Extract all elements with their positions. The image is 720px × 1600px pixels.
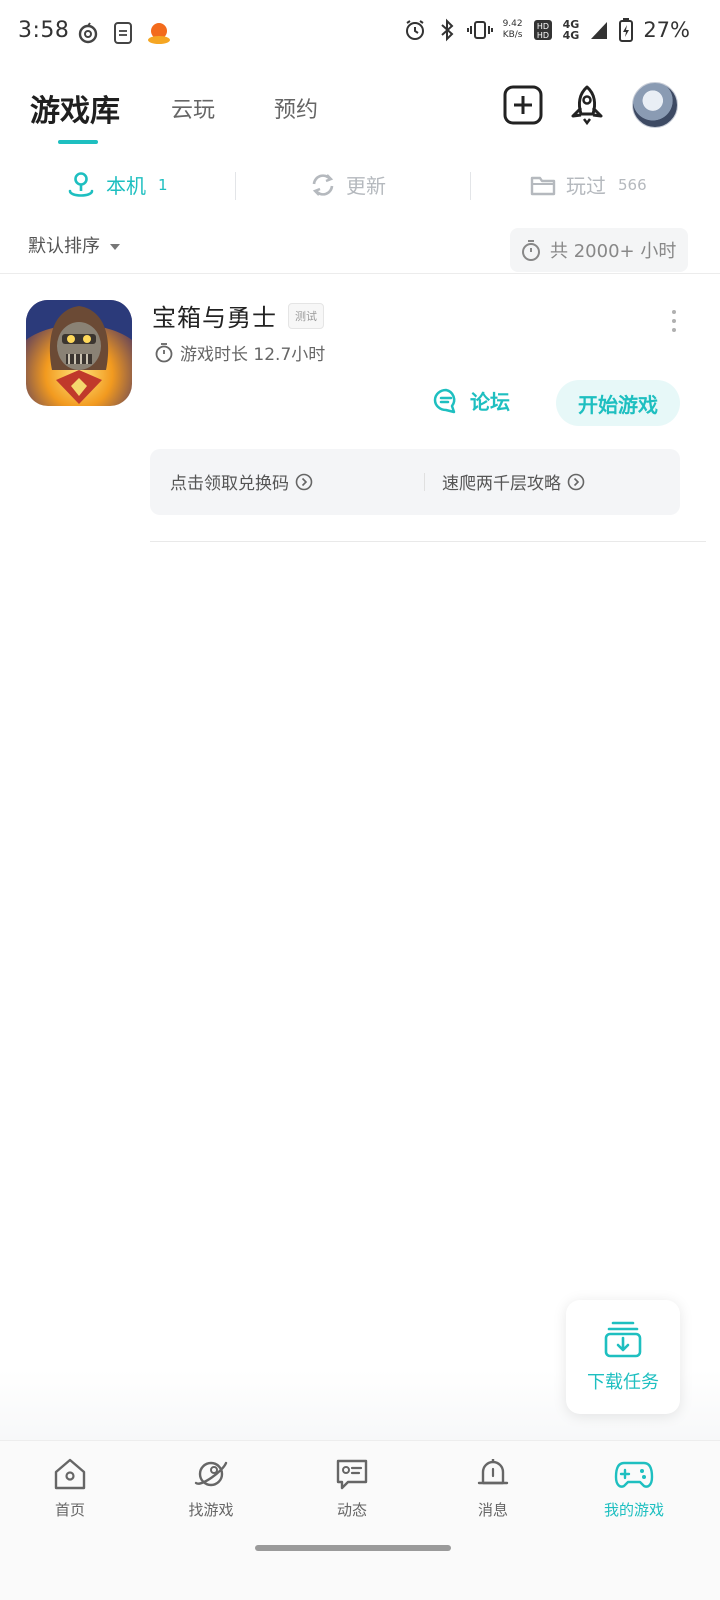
add-icon[interactable]: [502, 84, 544, 126]
home-icon: [54, 1458, 86, 1490]
document-icon: [114, 22, 132, 44]
divider: [150, 541, 706, 542]
caret-down-icon[interactable]: [110, 244, 120, 250]
status-system-icons: 9.42 KB/s HD HD 4G 4G 27%: [403, 18, 690, 42]
nav-home-label: 首页: [54, 1501, 85, 1519]
promo-redeem-code-label: 点击领取兑换码: [170, 474, 289, 494]
app-badge-icon: [148, 23, 170, 44]
subtab-played-count: 566: [618, 175, 647, 194]
subtab-updates[interactable]: 更新: [310, 170, 386, 199]
forum-chat-icon: [433, 388, 456, 413]
game-play-time: 游戏时长 12.7小时: [154, 340, 325, 365]
vibrate-icon: [466, 21, 493, 39]
divider: [235, 172, 236, 200]
avatar[interactable]: [632, 82, 678, 128]
download-tasks-label: 下载任务: [587, 1372, 659, 1393]
nav-messages[interactable]: 消息: [443, 1457, 543, 1520]
nav-feed[interactable]: 动态: [302, 1457, 402, 1520]
circle-arrow-right-icon: [567, 473, 585, 490]
bottom-nav: 首页 找游戏 动态 消息 我的游戏: [0, 1440, 720, 1600]
top-header: 游戏库 云玩 预约: [0, 70, 720, 150]
subtab-local-label: 本机: [106, 174, 146, 198]
tab-game-library[interactable]: 游戏库: [30, 86, 120, 130]
library-subtabs: 本机 1 更新 玩过 566: [0, 160, 720, 210]
nav-feed-label: 动态: [336, 1501, 367, 1519]
game-title[interactable]: 宝箱与勇士: [152, 298, 277, 333]
folder-icon: [530, 176, 556, 195]
circle-arrow-right-icon: [295, 473, 313, 490]
divider: [470, 172, 471, 200]
refresh-icon: [312, 173, 334, 196]
subtab-played[interactable]: 玩过 566: [530, 170, 647, 199]
signal-icon: [591, 22, 608, 39]
promo-strategy-guide-label: 速爬两千层攻略: [442, 474, 561, 494]
game-cover-image[interactable]: [26, 300, 132, 406]
alarm-icon: [405, 20, 424, 40]
subtab-updates-label: 更新: [346, 174, 386, 198]
network-type: 4G 4G: [562, 18, 580, 42]
nav-my-games[interactable]: 我的游戏: [584, 1457, 684, 1520]
svg-text:HD: HD: [537, 31, 549, 40]
download-tray-icon: [604, 1321, 642, 1358]
tab-reservation[interactable]: 预约: [274, 92, 318, 124]
total-play-time-text: 共 2000+ 小时: [550, 241, 677, 262]
subtab-played-label: 玩过: [566, 174, 606, 198]
promo-redeem-code[interactable]: 点击领取兑换码: [170, 469, 313, 494]
more-options-icon[interactable]: [668, 310, 680, 332]
subtab-local-count: 1: [158, 175, 168, 194]
start-game-button[interactable]: 开始游戏: [556, 380, 680, 426]
divider: [424, 473, 425, 491]
game-play-time-text: 游戏时长 12.7小时: [180, 345, 326, 365]
sort-dropdown[interactable]: 默认排序: [28, 232, 100, 258]
status-notification-icons: [76, 20, 172, 46]
promo-strategy-guide[interactable]: 速爬两千层攻略: [442, 469, 585, 494]
forum-button-label: 论坛: [470, 390, 510, 414]
timer-icon: [522, 240, 540, 261]
nav-find-games[interactable]: 找游戏: [161, 1457, 261, 1520]
tab-cloud-play[interactable]: 云玩: [171, 92, 215, 124]
rocket-icon[interactable]: [566, 84, 608, 126]
subtab-local[interactable]: 本机 1: [66, 170, 168, 199]
divider: [0, 273, 720, 274]
user-pin-icon: [68, 171, 94, 197]
nav-find-games-label: 找游戏: [188, 1501, 234, 1519]
status-time: 3:58: [18, 18, 70, 43]
download-tasks-button[interactable]: 下载任务: [566, 1300, 680, 1414]
bluetooth-icon: [440, 18, 454, 42]
gamepad-icon: [614, 1461, 654, 1488]
nav-my-games-label: 我的游戏: [603, 1501, 664, 1519]
battery-icon: [619, 18, 634, 42]
forum-button[interactable]: 论坛: [432, 386, 510, 415]
net-speed: 9.42 KB/s: [502, 19, 523, 40]
sort-row: 默认排序 共 2000+ 小时: [0, 228, 720, 274]
promo-box: 点击领取兑换码 速爬两千层攻略: [150, 449, 680, 515]
netease-music-icon: [78, 22, 98, 44]
timer-icon: [155, 342, 173, 362]
total-play-time: 共 2000+ 小时: [510, 228, 688, 272]
planet-icon: [194, 1461, 228, 1487]
bell-icon: [477, 1459, 509, 1485]
chat-card-icon: [336, 1459, 368, 1490]
hd-icon: HDHD: [533, 20, 552, 40]
active-tab-indicator: [58, 140, 98, 144]
test-badge: 测试: [288, 303, 324, 329]
battery-percent: 27%: [643, 18, 690, 42]
nav-messages-label: 消息: [477, 1501, 508, 1519]
svg-text:HD: HD: [537, 22, 549, 31]
nav-home[interactable]: 首页: [20, 1457, 120, 1520]
status-bar: 3:58 9.42 KB/s HD HD 4G 4G 27%: [0, 0, 720, 66]
home-indicator[interactable]: [255, 1545, 451, 1551]
